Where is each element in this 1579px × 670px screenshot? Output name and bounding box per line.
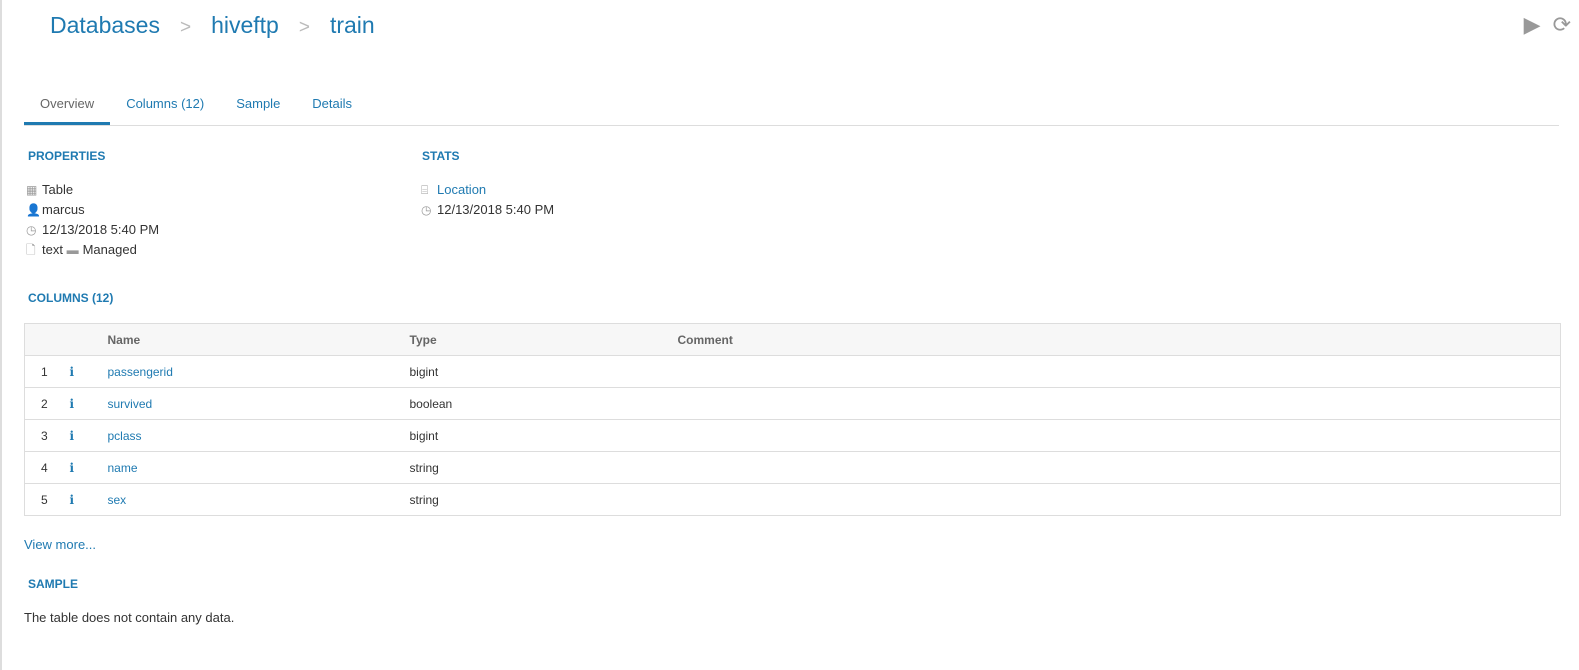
column-name[interactable]: sex <box>108 493 127 507</box>
properties-heading: PROPERTIES <box>28 149 106 163</box>
header-actions: ▶ ⟳ <box>1524 12 1571 38</box>
column-comment <box>676 387 1561 420</box>
row-number: 4 <box>24 451 69 484</box>
breadcrumb-databases[interactable]: Databases <box>50 12 160 38</box>
tab-overview[interactable]: Overview <box>24 86 111 125</box>
row-number: 3 <box>24 419 69 452</box>
table-type: Table <box>42 182 74 197</box>
header-type[interactable]: Type <box>408 323 677 356</box>
info-icon[interactable]: i <box>68 355 107 388</box>
breadcrumb-database[interactable]: hiveftp <box>211 12 279 38</box>
breadcrumb-table: train <box>329 12 375 38</box>
table-row: 5 i sex string <box>24 483 1561 516</box>
clock-icon: ◷ <box>26 223 37 237</box>
table-row: 4 i name string <box>24 451 1561 484</box>
hdd-icon: ⌸ <box>421 183 429 197</box>
user-icon: 👤 <box>26 203 41 217</box>
sample-empty-message: The table does not contain any data. <box>24 610 235 625</box>
column-comment <box>676 483 1561 516</box>
column-comment <box>676 419 1561 452</box>
table-row: 3 i pclass bigint <box>24 419 1561 452</box>
row-number: 1 <box>24 355 69 388</box>
column-name[interactable]: survived <box>108 397 153 411</box>
column-name[interactable]: name <box>108 461 138 475</box>
header-comment[interactable]: Comment <box>676 323 1561 356</box>
column-comment <box>676 355 1561 388</box>
stats-list: ⌸ Location ◷ 12/13/2018 5:40 PM <box>421 180 554 220</box>
table-row: 2 i survived boolean <box>24 387 1561 420</box>
table-icon: ▦ <box>26 183 38 197</box>
column-type: string <box>408 451 677 484</box>
stats-heading: STATS <box>422 149 460 163</box>
column-type: string <box>408 483 677 516</box>
column-name-link[interactable]: pclass <box>106 419 409 452</box>
breadcrumb: Databases > hiveftp > train <box>50 12 375 39</box>
view-more-link[interactable]: View more... <box>24 537 96 552</box>
managed: Managed <box>82 242 137 257</box>
breadcrumb-separator: > <box>179 17 192 38</box>
column-comment <box>676 451 1561 484</box>
column-name-link[interactable]: sex <box>106 483 409 516</box>
info-icon[interactable]: i <box>68 387 107 420</box>
clock-icon: ◷ <box>421 203 432 217</box>
tab-bar: Overview Columns (12) Sample Details <box>24 86 1559 126</box>
sample-heading: SAMPLE <box>28 577 79 591</box>
column-name[interactable]: passengerid <box>108 365 173 379</box>
column-type: boolean <box>408 387 677 420</box>
column-name[interactable]: pclass <box>108 429 142 443</box>
column-name-link[interactable]: survived <box>106 387 409 420</box>
format: text <box>42 242 63 257</box>
properties-list: ▦ Table 👤marcus ◷ 12/13/2018 5:40 PM 🗋 text… <box>26 180 159 260</box>
tab-columns[interactable]: Columns (12) <box>110 86 220 125</box>
header-name[interactable]: Name <box>106 323 409 356</box>
info-icon[interactable]: i <box>68 419 107 452</box>
column-name-link[interactable]: passengerid <box>106 355 409 388</box>
file-icon: 🗋 <box>26 243 36 257</box>
columns-heading: COLUMNS (12) <box>28 291 114 305</box>
archive-icon: ▬ <box>66 243 79 257</box>
breadcrumb-separator: > <box>298 17 310 38</box>
created-date: 12/13/2018 5:40 PM <box>42 222 160 237</box>
refresh-icon[interactable]: ⟳ <box>1553 12 1571 38</box>
tab-sample[interactable]: Sample <box>220 86 296 125</box>
play-icon[interactable]: ▶ <box>1524 12 1541 38</box>
owner: marcus <box>42 202 85 217</box>
location-link[interactable]: Location <box>437 182 486 197</box>
column-type: bigint <box>408 419 677 452</box>
table-row: 1 i passengerid bigint <box>24 355 1561 388</box>
row-number: 2 <box>24 387 69 420</box>
table-header: Name Type Comment <box>24 323 1561 356</box>
info-icon[interactable]: i <box>68 483 107 516</box>
column-type: bigint <box>408 355 677 388</box>
row-number: 5 <box>24 483 69 516</box>
column-name-link[interactable]: name <box>106 451 409 484</box>
tab-details[interactable]: Details <box>296 86 368 125</box>
info-icon[interactable]: i <box>68 451 107 484</box>
updated-date: 12/13/2018 5:40 PM <box>437 202 555 217</box>
columns-table: Name Type Comment 1 i passengerid bigint 2 i sur… <box>24 323 1561 516</box>
